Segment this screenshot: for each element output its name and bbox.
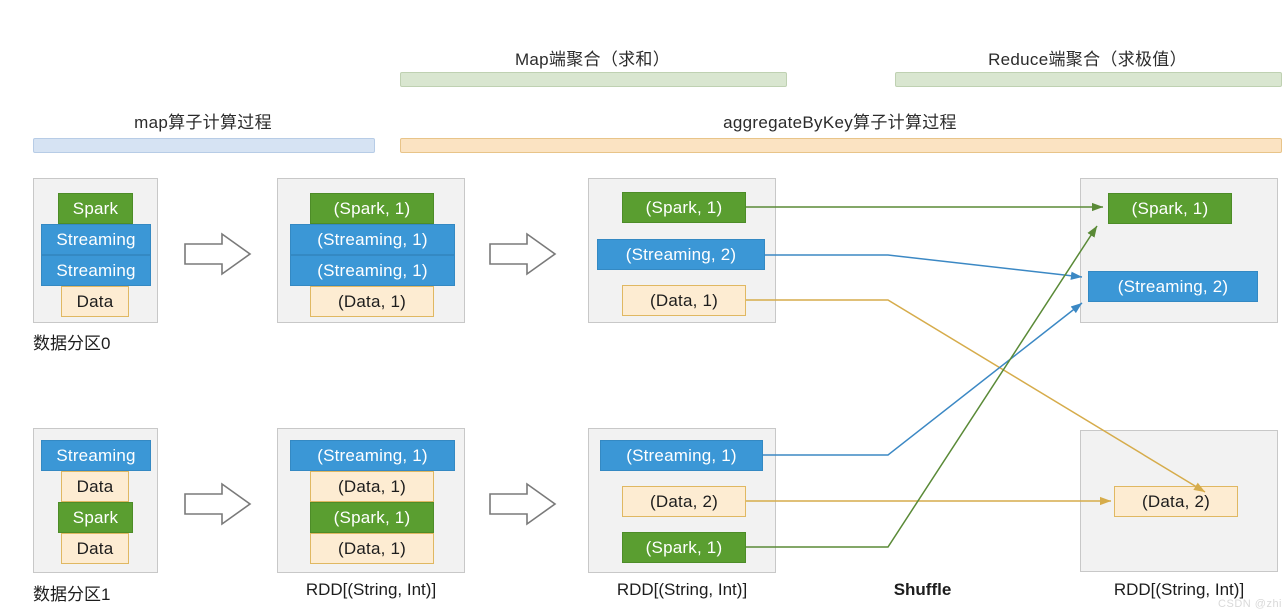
shuffle-arrow-streaming-top — [765, 254, 1083, 280]
partition-1-item-data-1: Data — [61, 471, 129, 502]
watermark-text: CSDN @zhi — [1218, 598, 1282, 610]
rdd-reduce-bottom-item-data: (Data, 2) — [1114, 486, 1238, 517]
banner-bar-reduce-aggregation — [895, 72, 1282, 87]
banner-bar-map-operator — [33, 138, 375, 153]
partition-1-item-spark: Spark — [58, 502, 133, 533]
rdd-mapagg-bottom-item-streaming: (Streaming, 1) — [600, 440, 763, 471]
shuffle-arrow-spark-bottom — [746, 225, 1098, 548]
banner-label-map-operator: map算子计算过程 — [134, 113, 272, 132]
rdd-mapagg-bottom-item-spark: (Spark, 1) — [622, 532, 746, 563]
rdd-map-bottom-item-spark: (Spark, 1) — [310, 502, 434, 533]
block-arrow-agg-bottom — [489, 482, 557, 526]
rdd-mapagg-top-item-streaming: (Streaming, 2) — [597, 239, 765, 270]
rdd-map-top-item-streaming-1: (Streaming, 1) — [290, 224, 455, 255]
block-arrow-map-top — [184, 232, 252, 276]
shuffle-label: Shuffle — [893, 580, 952, 599]
partition-0-item-streaming-1: Streaming — [41, 224, 151, 255]
partition-1-caption: 数据分区1 — [33, 585, 111, 604]
partition-1-item-data-2: Data — [61, 533, 129, 564]
partition-0-item-data: Data — [61, 286, 129, 317]
rdd-reduce-bottom-caption: RDD[(String, Int)] — [1113, 580, 1245, 599]
rdd-map-bottom-item-data-2: (Data, 1) — [310, 533, 434, 564]
rdd-reduce-top-item-streaming: (Streaming, 2) — [1088, 271, 1258, 302]
partition-1-item-streaming: Streaming — [41, 440, 151, 471]
rdd-map-bottom-item-streaming: (Streaming, 1) — [290, 440, 455, 471]
rdd-map-top-item-data: (Data, 1) — [310, 286, 434, 317]
rdd-map-bottom-caption: RDD[(String, Int)] — [305, 580, 437, 599]
shuffle-arrow-streaming-bottom — [763, 302, 1083, 456]
partition-0-caption: 数据分区0 — [33, 334, 111, 353]
banner-label-map-aggregation: Map端聚合（求和） — [514, 50, 671, 69]
banner-label-aggregatebykey-operator: aggregateByKey算子计算过程 — [723, 113, 957, 132]
block-arrow-map-bottom — [184, 482, 252, 526]
rdd-map-bottom-item-data-1: (Data, 1) — [310, 471, 434, 502]
rdd-mapagg-top-item-data: (Data, 1) — [622, 285, 746, 316]
banner-bar-map-aggregation — [400, 72, 787, 87]
rdd-mapagg-bottom-item-data: (Data, 2) — [622, 486, 746, 517]
banner-label-reduce-aggregation: Reduce端聚合（求极值） — [988, 50, 1187, 69]
partition-0-item-streaming-2: Streaming — [41, 255, 151, 286]
rdd-mapagg-top-item-spark: (Spark, 1) — [622, 192, 746, 223]
block-arrow-agg-top — [489, 232, 557, 276]
rdd-map-top-item-spark: (Spark, 1) — [310, 193, 434, 224]
diagram-canvas: Map端聚合（求和） Reduce端聚合（求极值） map算子计算过程 aggr… — [0, 0, 1288, 610]
rdd-map-top-item-streaming-2: (Streaming, 1) — [290, 255, 455, 286]
partition-0-item-spark: Spark — [58, 193, 133, 224]
rdd-mapagg-bottom-caption: RDD[(String, Int)] — [616, 580, 748, 599]
banner-bar-aggregatebykey-operator — [400, 138, 1282, 153]
rdd-reduce-top-item-spark: (Spark, 1) — [1108, 193, 1232, 224]
